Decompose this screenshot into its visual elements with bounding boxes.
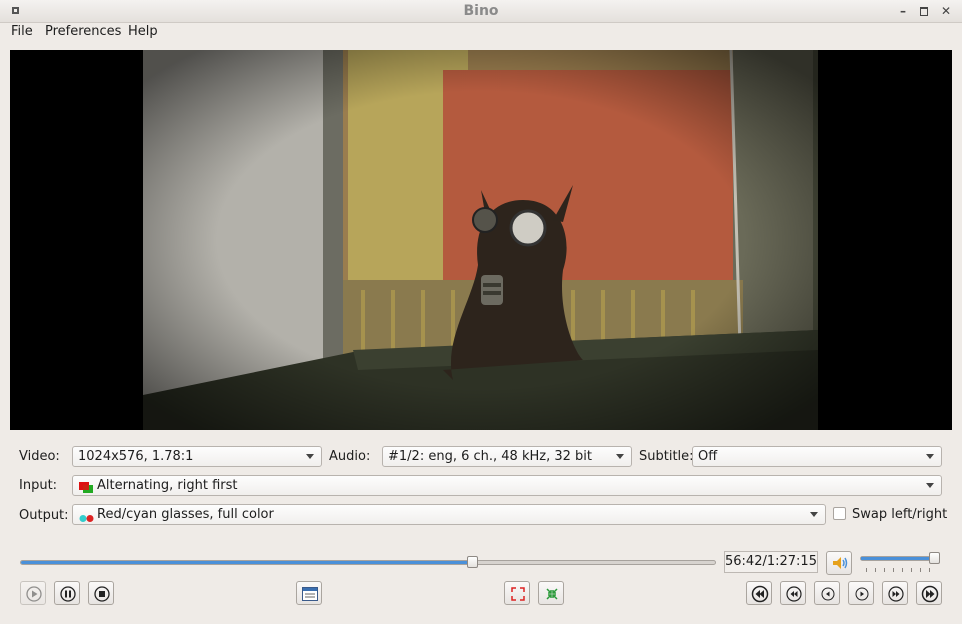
- pause-button[interactable]: [54, 581, 80, 605]
- seek-fwd-10s-button[interactable]: [848, 581, 874, 605]
- pause-icon: [60, 586, 76, 602]
- speaker-icon: [833, 557, 848, 569]
- menu-bar: File Preferences Help: [0, 22, 962, 41]
- menu-help[interactable]: Help: [128, 24, 158, 39]
- audio-stream-value: #1/2: eng, 6 ch., 48 kHz, 32 bit: [388, 449, 592, 464]
- chevron-down-icon: [926, 483, 934, 488]
- volume-ticks: [866, 568, 938, 572]
- seek-back-10min-button[interactable]: [746, 581, 772, 605]
- time-display: 56:42/1:27:15: [724, 551, 818, 573]
- seek-back-10s-button[interactable]: [814, 581, 840, 605]
- play-button[interactable]: [20, 581, 46, 605]
- volume-slider[interactable]: [860, 556, 940, 561]
- subtitle-label: Subtitle:: [639, 449, 694, 464]
- video-label: Video:: [19, 449, 60, 464]
- audio-label: Audio:: [329, 449, 371, 464]
- chevron-down-icon: [810, 512, 818, 517]
- seek-back-1min-button[interactable]: [780, 581, 806, 605]
- play-icon: [26, 586, 42, 602]
- menu-file[interactable]: File: [11, 24, 33, 39]
- title-bar: Bino – ✕: [0, 0, 962, 23]
- video-stream-value: 1024x576, 1.78:1: [78, 449, 194, 464]
- stereo-input-icon: [79, 480, 93, 493]
- seek-slider-handle[interactable]: [466, 556, 478, 568]
- video-frame-image: [143, 50, 818, 430]
- audio-stream-select[interactable]: #1/2: eng, 6 ch., 48 kHz, 32 bit: [382, 446, 632, 467]
- input-label: Input:: [19, 478, 58, 493]
- seek-back-10min-icon: [751, 585, 769, 603]
- mute-button[interactable]: [826, 551, 852, 575]
- chevron-down-icon: [306, 454, 314, 459]
- chevron-down-icon: [926, 454, 934, 459]
- window-list-icon: [302, 587, 318, 601]
- seek-fwd-10min-button[interactable]: [916, 581, 942, 605]
- video-display[interactable]: [10, 50, 952, 430]
- seek-slider[interactable]: [20, 560, 716, 565]
- swap-left-right-label: Swap left/right: [852, 507, 948, 522]
- window-title: Bino: [463, 3, 499, 19]
- output-mode-value: Red/cyan glasses, full color: [97, 507, 274, 522]
- input-mode-select[interactable]: Alternating, right first: [72, 475, 942, 496]
- subtitle-select[interactable]: Off: [692, 446, 942, 467]
- input-mode-value: Alternating, right first: [97, 478, 238, 493]
- fullscreen-button[interactable]: [504, 581, 530, 605]
- stop-button[interactable]: [88, 581, 114, 605]
- volume-slider-handle[interactable]: [929, 552, 940, 564]
- stop-icon: [94, 586, 110, 602]
- chevron-down-icon: [616, 454, 624, 459]
- output-mode-select[interactable]: Red/cyan glasses, full color: [72, 504, 826, 525]
- output-label: Output:: [19, 508, 69, 523]
- center-button[interactable]: [538, 581, 564, 605]
- close-icon[interactable]: ✕: [938, 3, 954, 19]
- seek-fwd-10s-icon: [855, 587, 869, 601]
- seek-fwd-10min-icon: [921, 585, 939, 603]
- fullscreen-icon: [511, 587, 525, 601]
- video-stream-select[interactable]: 1024x576, 1.78:1: [72, 446, 322, 467]
- seek-fwd-1min-button[interactable]: [882, 581, 908, 605]
- maximize-icon[interactable]: [916, 3, 932, 19]
- volume-slider-fill: [861, 557, 935, 560]
- center-icon: [546, 588, 558, 600]
- menu-preferences[interactable]: Preferences: [45, 24, 121, 39]
- anaglyph-icon: [79, 510, 95, 522]
- seek-back-1min-icon: [786, 586, 802, 602]
- minimize-icon[interactable]: –: [895, 3, 911, 19]
- seek-back-10s-icon: [821, 587, 835, 601]
- swap-left-right-checkbox[interactable]: [833, 507, 846, 520]
- seek-slider-fill: [21, 561, 473, 564]
- subtitle-value: Off: [698, 449, 718, 464]
- playlist-button[interactable]: [296, 581, 322, 605]
- seek-fwd-1min-icon: [888, 586, 904, 602]
